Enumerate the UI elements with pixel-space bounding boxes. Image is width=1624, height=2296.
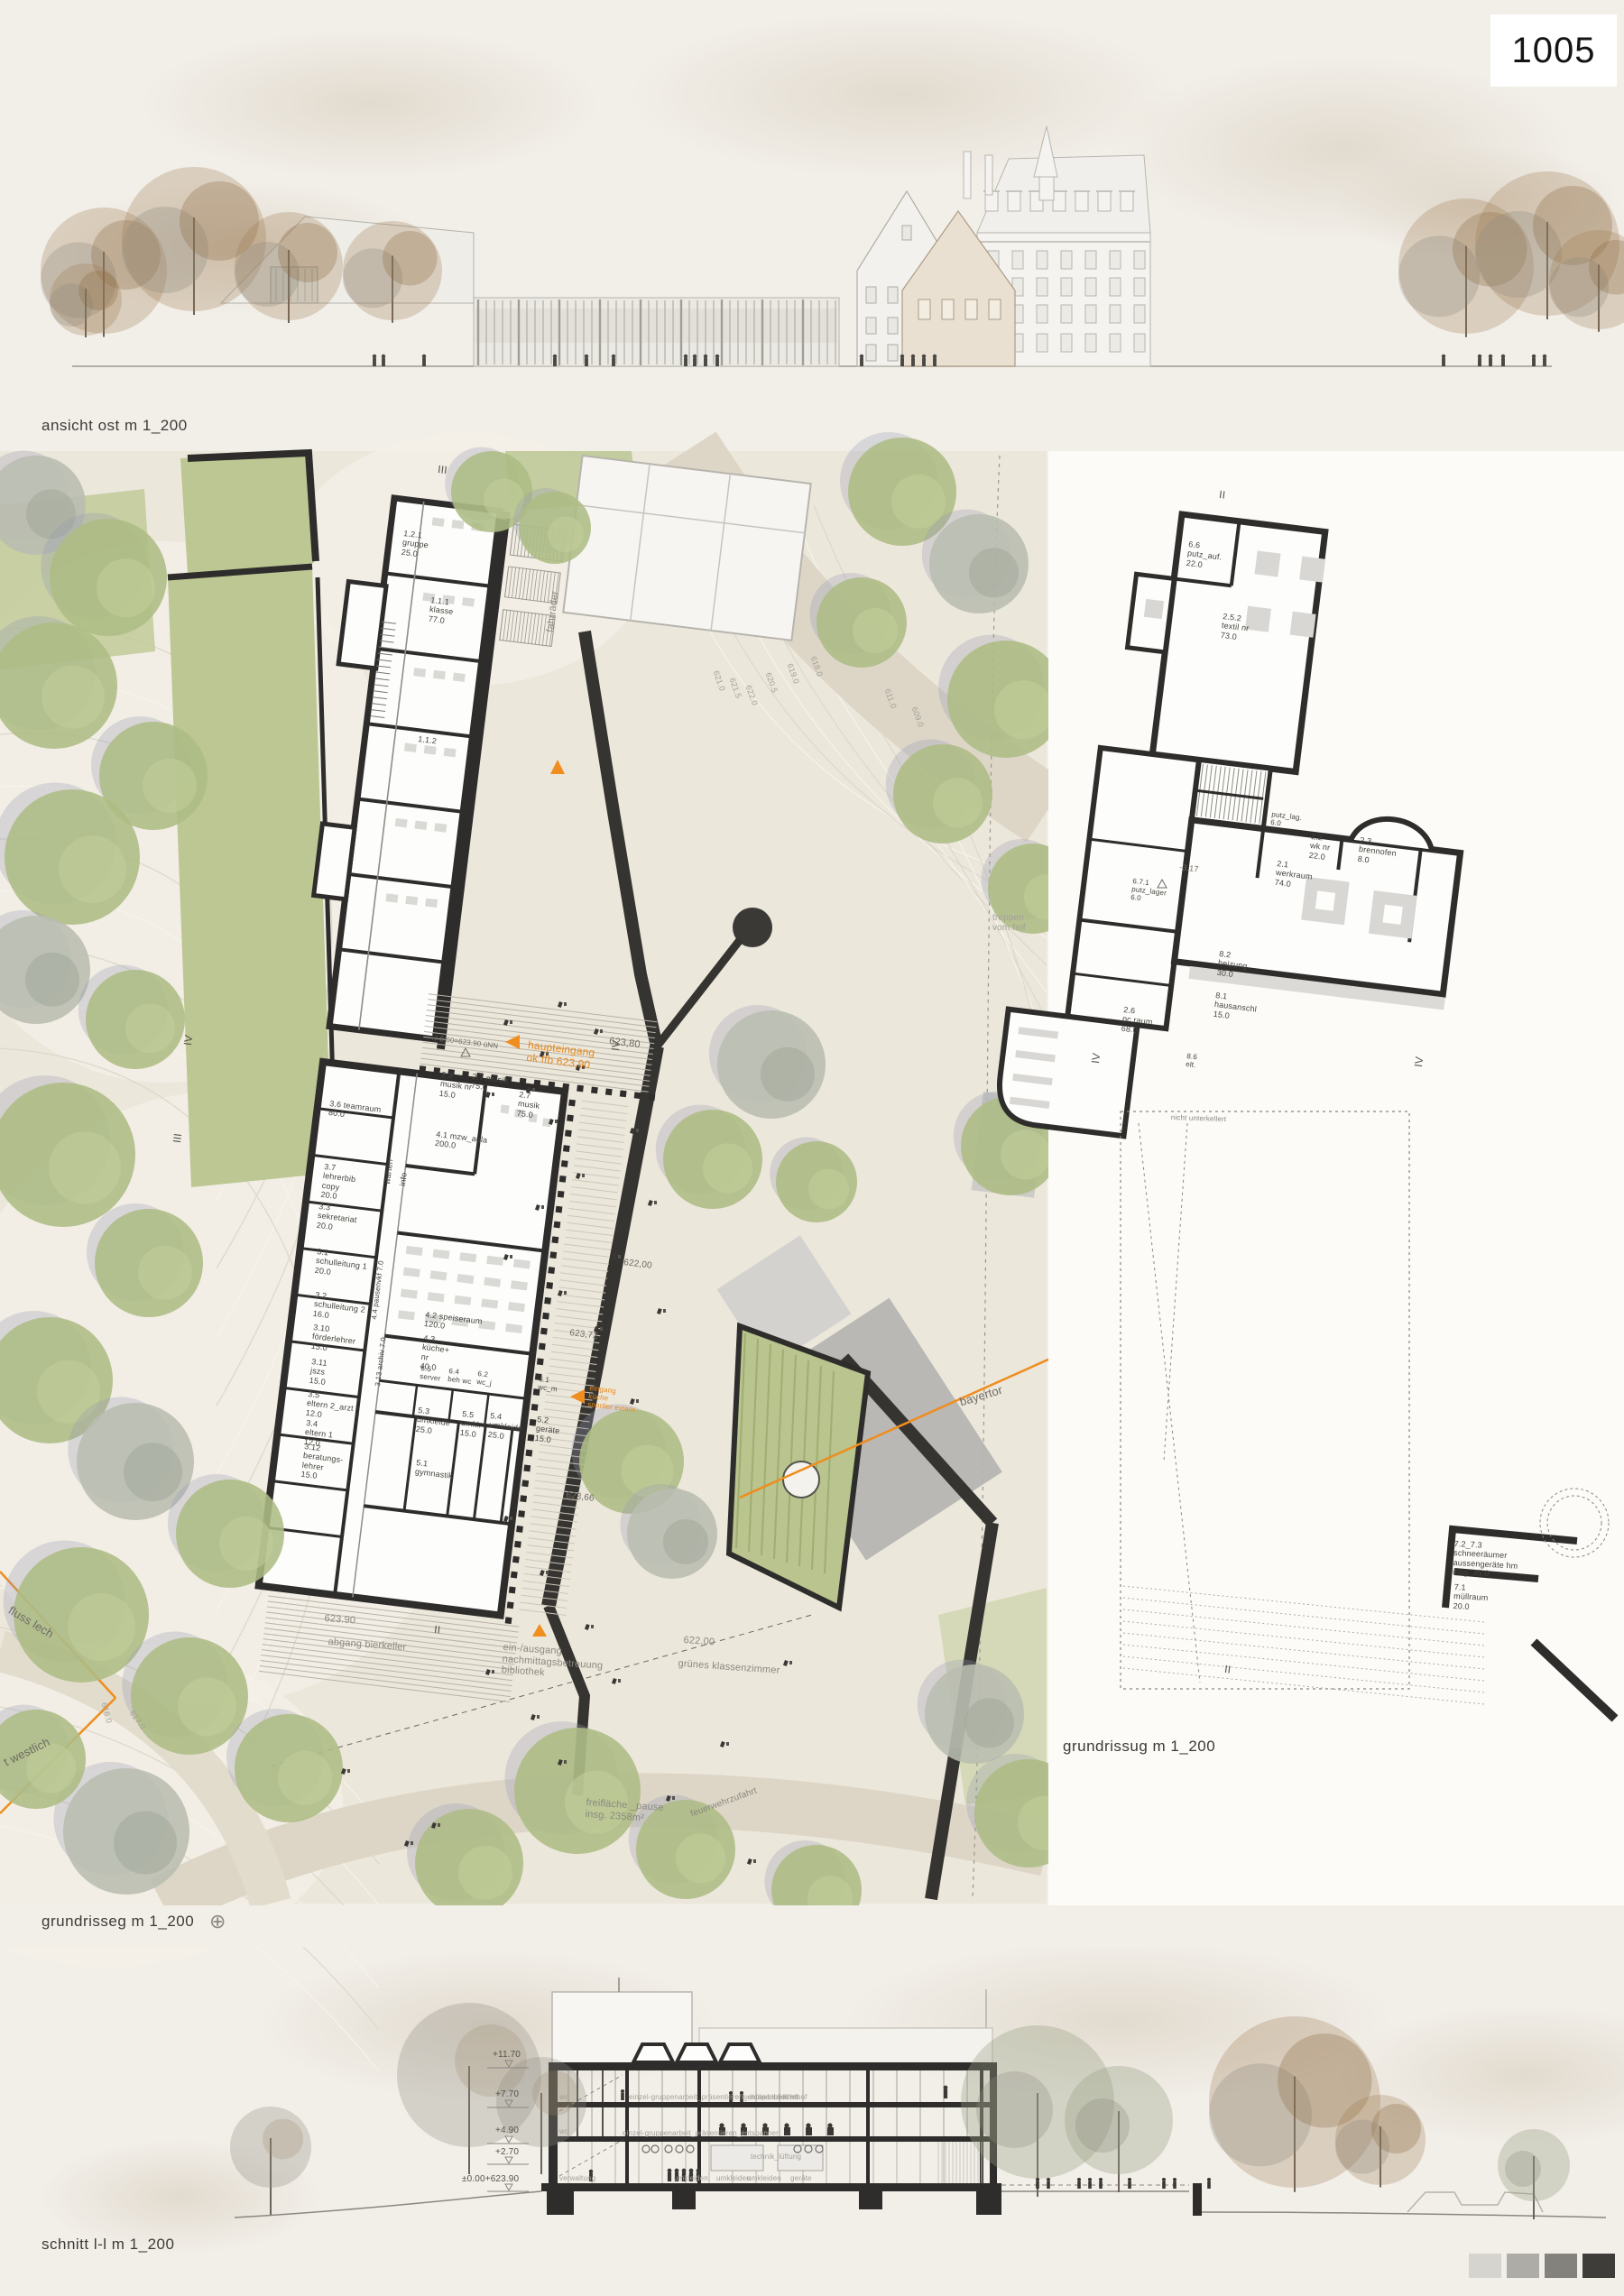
- entry-number-badge: 1005: [1490, 14, 1617, 87]
- legend-swatch: [1469, 2254, 1501, 2278]
- legend-swatch: [1582, 2254, 1615, 2278]
- competition-board: { "board": { "number": "1005" }, "titles…: [0, 0, 1624, 2296]
- legend-swatch: [1507, 2254, 1539, 2278]
- legend-swatch: [1545, 2254, 1577, 2278]
- board-drawing: [0, 0, 1624, 2296]
- legend-swatches: [1469, 2254, 1615, 2278]
